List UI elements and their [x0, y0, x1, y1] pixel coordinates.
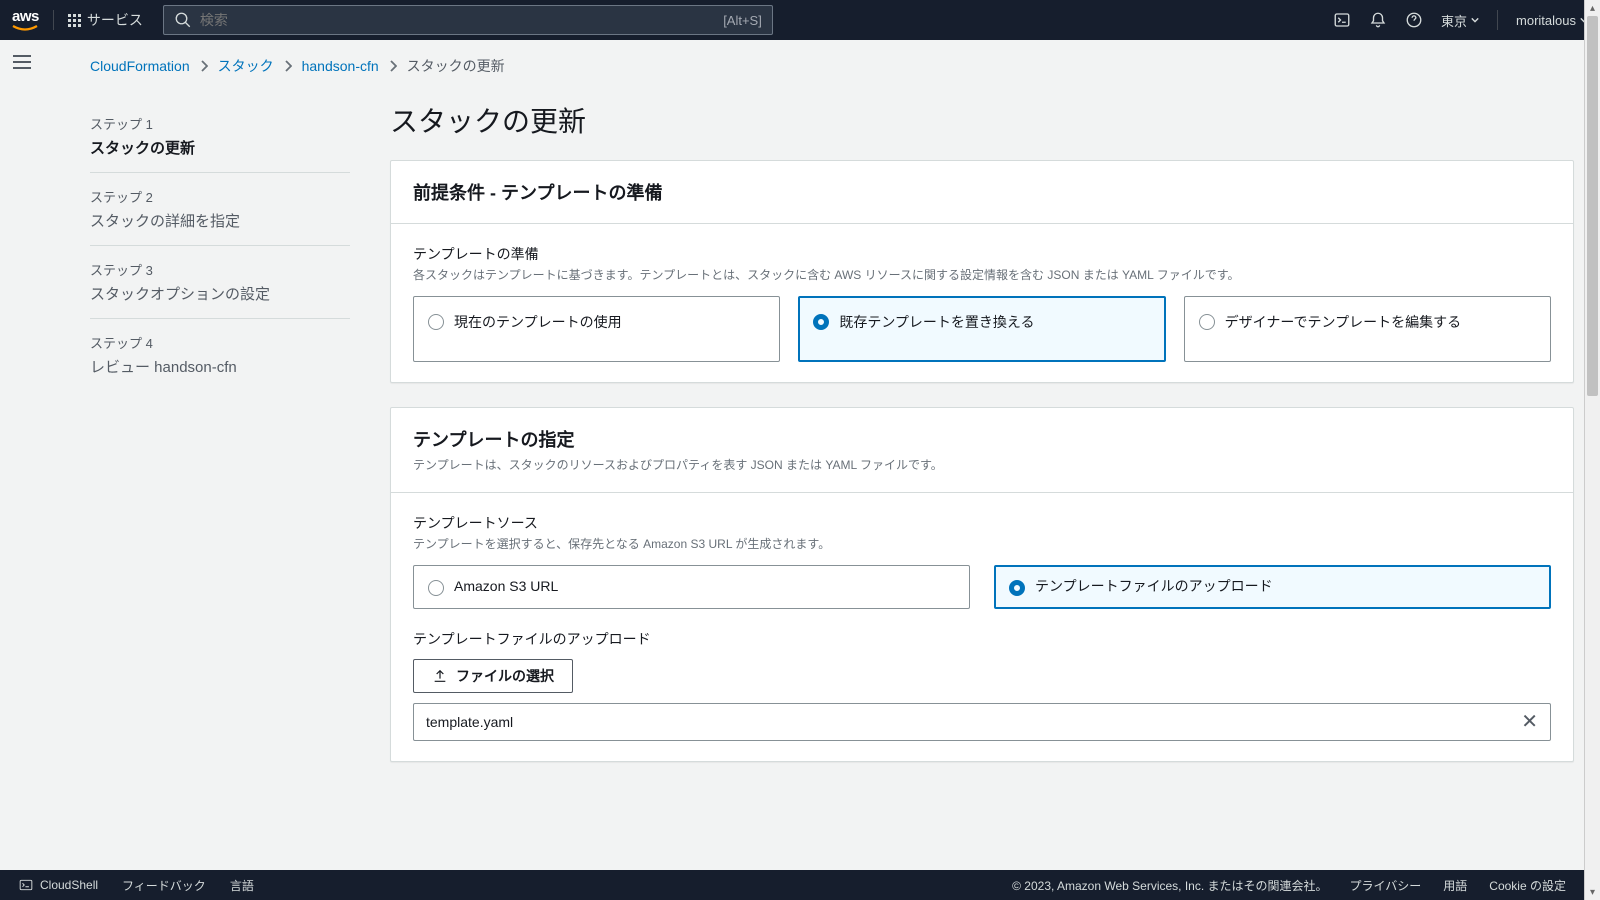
choose-file-button[interactable]: ファイルの選択	[413, 659, 573, 693]
scroll-up-icon[interactable]: ▴	[1585, 0, 1600, 16]
account-label: moritalous	[1516, 13, 1576, 28]
upload-icon	[432, 668, 448, 684]
search-shortcut: [Alt+S]	[723, 13, 762, 28]
radio-label: Amazon S3 URL	[454, 577, 558, 597]
services-label: サービス	[87, 10, 143, 30]
divider	[1497, 10, 1498, 30]
radio-s3-url[interactable]: Amazon S3 URL	[413, 565, 970, 609]
step-number: ステップ 3	[90, 260, 350, 279]
chevron-right-icon	[284, 60, 292, 72]
step-label: レビュー handson-cfn	[90, 356, 350, 377]
services-menu-button[interactable]: サービス	[68, 10, 143, 30]
field-label: テンプレートの準備	[413, 244, 1551, 264]
step-number: ステップ 2	[90, 187, 350, 206]
radio-icon	[428, 314, 444, 330]
field-description: テンプレートを選択すると、保存先となる Amazon S3 URL が生成されま…	[413, 535, 1551, 553]
radio-label: テンプレートファイルのアップロード	[1035, 577, 1273, 597]
page-title: スタックの更新	[390, 100, 1574, 140]
top-navigation: aws サービス [Alt+S] 東京 moritalous	[0, 0, 1600, 40]
radio-icon	[428, 580, 444, 596]
step-3[interactable]: ステップ 3 スタックオプションの設定	[90, 246, 350, 319]
specify-template-panel: テンプレートの指定 テンプレートは、スタックのリソースおよびプロパティを表す J…	[390, 407, 1574, 762]
selected-file-display: template.yaml ✕	[413, 703, 1551, 741]
grid-icon	[68, 14, 81, 27]
scrollbar[interactable]: ▴ ▾	[1584, 0, 1600, 900]
bottom-bar: CloudShell フィードバック 言語 © 2023, Amazon Web…	[0, 870, 1584, 900]
cloudshell-icon	[18, 878, 34, 892]
prerequisite-panel: 前提条件 - テンプレートの準備 テンプレートの準備 各スタックはテンプレートに…	[390, 160, 1574, 383]
clear-file-button[interactable]: ✕	[1521, 712, 1538, 732]
upload-label: テンプレートファイルのアップロード	[413, 629, 1551, 649]
radio-icon	[1199, 314, 1215, 330]
chevron-down-icon	[1471, 16, 1479, 24]
panel-title: テンプレートの指定	[413, 426, 1551, 452]
radio-label: 現在のテンプレートの使用	[454, 313, 622, 333]
account-menu[interactable]: moritalous	[1516, 13, 1588, 28]
cloudshell-button[interactable]: CloudShell	[18, 878, 98, 892]
aws-logo[interactable]: aws	[12, 8, 39, 32]
step-label: スタックの詳細を指定	[90, 210, 350, 231]
step-4[interactable]: ステップ 4 レビュー handson-cfn	[90, 319, 350, 391]
radio-replace-template[interactable]: 既存テンプレートを置き換える	[798, 296, 1165, 362]
search-box[interactable]: [Alt+S]	[163, 5, 773, 35]
terms-link[interactable]: 用語	[1443, 877, 1467, 894]
step-2[interactable]: ステップ 2 スタックの詳細を指定	[90, 173, 350, 246]
language-link[interactable]: 言語	[230, 877, 254, 894]
sidebar-toggle[interactable]	[12, 54, 32, 73]
cloudshell-icon[interactable]	[1333, 11, 1351, 29]
chevron-right-icon	[200, 60, 208, 72]
cloudshell-label: CloudShell	[40, 878, 98, 892]
wizard-steps: ステップ 1 スタックの更新 ステップ 2 スタックの詳細を指定 ステップ 3 …	[90, 100, 350, 786]
radio-icon	[1009, 580, 1025, 596]
breadcrumb-stacks[interactable]: スタック	[218, 56, 274, 76]
hamburger-icon	[12, 54, 32, 70]
region-label: 東京	[1441, 11, 1467, 30]
copyright: © 2023, Amazon Web Services, Inc. またはその関…	[1012, 877, 1327, 894]
scroll-down-icon[interactable]: ▾	[1585, 884, 1600, 900]
radio-label: デザイナーでテンプレートを編集する	[1225, 313, 1461, 333]
help-icon[interactable]	[1405, 11, 1423, 29]
search-input[interactable]	[200, 12, 715, 28]
aws-smile-icon	[12, 24, 38, 32]
radio-upload-file[interactable]: テンプレートファイルのアップロード	[994, 565, 1551, 609]
field-label: テンプレートソース	[413, 513, 1551, 533]
notifications-icon[interactable]	[1369, 11, 1387, 29]
region-selector[interactable]: 東京	[1441, 11, 1479, 30]
radio-label: 既存テンプレートを置き換える	[839, 313, 1034, 333]
step-1[interactable]: ステップ 1 スタックの更新	[90, 100, 350, 173]
step-label: スタックの更新	[90, 137, 350, 158]
step-label: スタックオプションの設定	[90, 283, 350, 304]
panel-title: 前提条件 - テンプレートの準備	[413, 179, 1551, 205]
file-button-label: ファイルの選択	[456, 666, 554, 686]
step-number: ステップ 1	[90, 114, 350, 133]
field-description: 各スタックはテンプレートに基づきます。テンプレートとは、スタックに含む AWS …	[413, 266, 1551, 284]
breadcrumb-cloudformation[interactable]: CloudFormation	[90, 58, 190, 74]
filename: template.yaml	[426, 714, 513, 730]
feedback-link[interactable]: フィードバック	[122, 877, 206, 894]
panel-description: テンプレートは、スタックのリソースおよびプロパティを表す JSON または YA…	[413, 456, 1551, 474]
breadcrumb: CloudFormation スタック handson-cfn スタックの更新	[50, 56, 1584, 76]
radio-icon	[813, 314, 829, 330]
radio-edit-in-designer[interactable]: デザイナーでテンプレートを編集する	[1184, 296, 1551, 362]
cookie-settings-link[interactable]: Cookie の設定	[1489, 877, 1566, 894]
scroll-thumb[interactable]	[1587, 16, 1598, 396]
chevron-right-icon	[389, 60, 397, 72]
step-number: ステップ 4	[90, 333, 350, 352]
privacy-link[interactable]: プライバシー	[1350, 877, 1422, 894]
breadcrumb-current: スタックの更新	[407, 56, 505, 76]
breadcrumb-stack-name[interactable]: handson-cfn	[302, 58, 379, 74]
radio-use-current-template[interactable]: 現在のテンプレートの使用	[413, 296, 780, 362]
divider	[53, 10, 54, 30]
search-icon	[174, 11, 192, 29]
